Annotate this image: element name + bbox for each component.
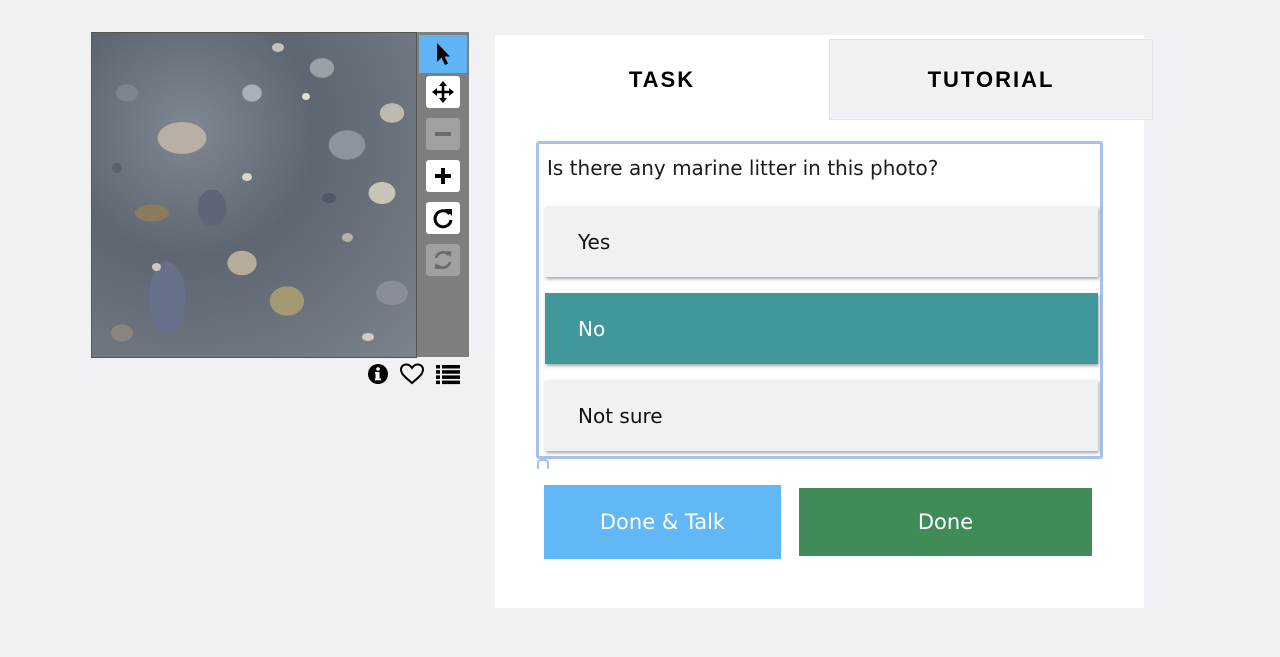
zoom-in-button[interactable] [419, 157, 467, 195]
zoom-out-button[interactable] [419, 115, 467, 153]
done-and-talk-button[interactable]: Done & Talk [544, 485, 781, 559]
answer-no[interactable]: No [545, 293, 1098, 364]
reset-button[interactable] [419, 241, 467, 279]
question-box: Is there any marine litter in this photo… [536, 141, 1103, 459]
pan-tool-button[interactable] [419, 73, 467, 111]
move-icon [426, 76, 460, 108]
viewer-toolbar [417, 32, 469, 357]
rotate-icon [426, 202, 460, 234]
task-panel: TASK TUTORIAL Is there any marine litter… [495, 35, 1153, 608]
refresh-icon [426, 244, 460, 276]
answer-yes[interactable]: Yes [545, 206, 1098, 277]
heart-icon[interactable] [399, 363, 425, 385]
answer-label: No [578, 316, 606, 341]
answer-label: Not sure [578, 403, 663, 428]
subject-image[interactable] [91, 32, 417, 358]
subject-meta-icons [367, 363, 461, 385]
question-text: Is there any marine litter in this photo… [547, 156, 939, 180]
tab-tutorial[interactable]: TUTORIAL [829, 39, 1153, 120]
info-icon[interactable] [367, 363, 389, 385]
answer-not-sure[interactable]: Not sure [545, 380, 1098, 451]
minus-icon [426, 118, 460, 150]
pointer-icon [426, 38, 460, 70]
pointer-tool-button[interactable] [419, 35, 467, 73]
done-button[interactable]: Done [799, 488, 1092, 556]
list-icon[interactable] [435, 363, 461, 385]
answer-label: Yes [578, 229, 611, 254]
plus-icon [426, 160, 460, 192]
tab-task[interactable]: TASK [495, 39, 829, 120]
resize-handle[interactable] [537, 459, 549, 469]
rotate-button[interactable] [419, 199, 467, 237]
